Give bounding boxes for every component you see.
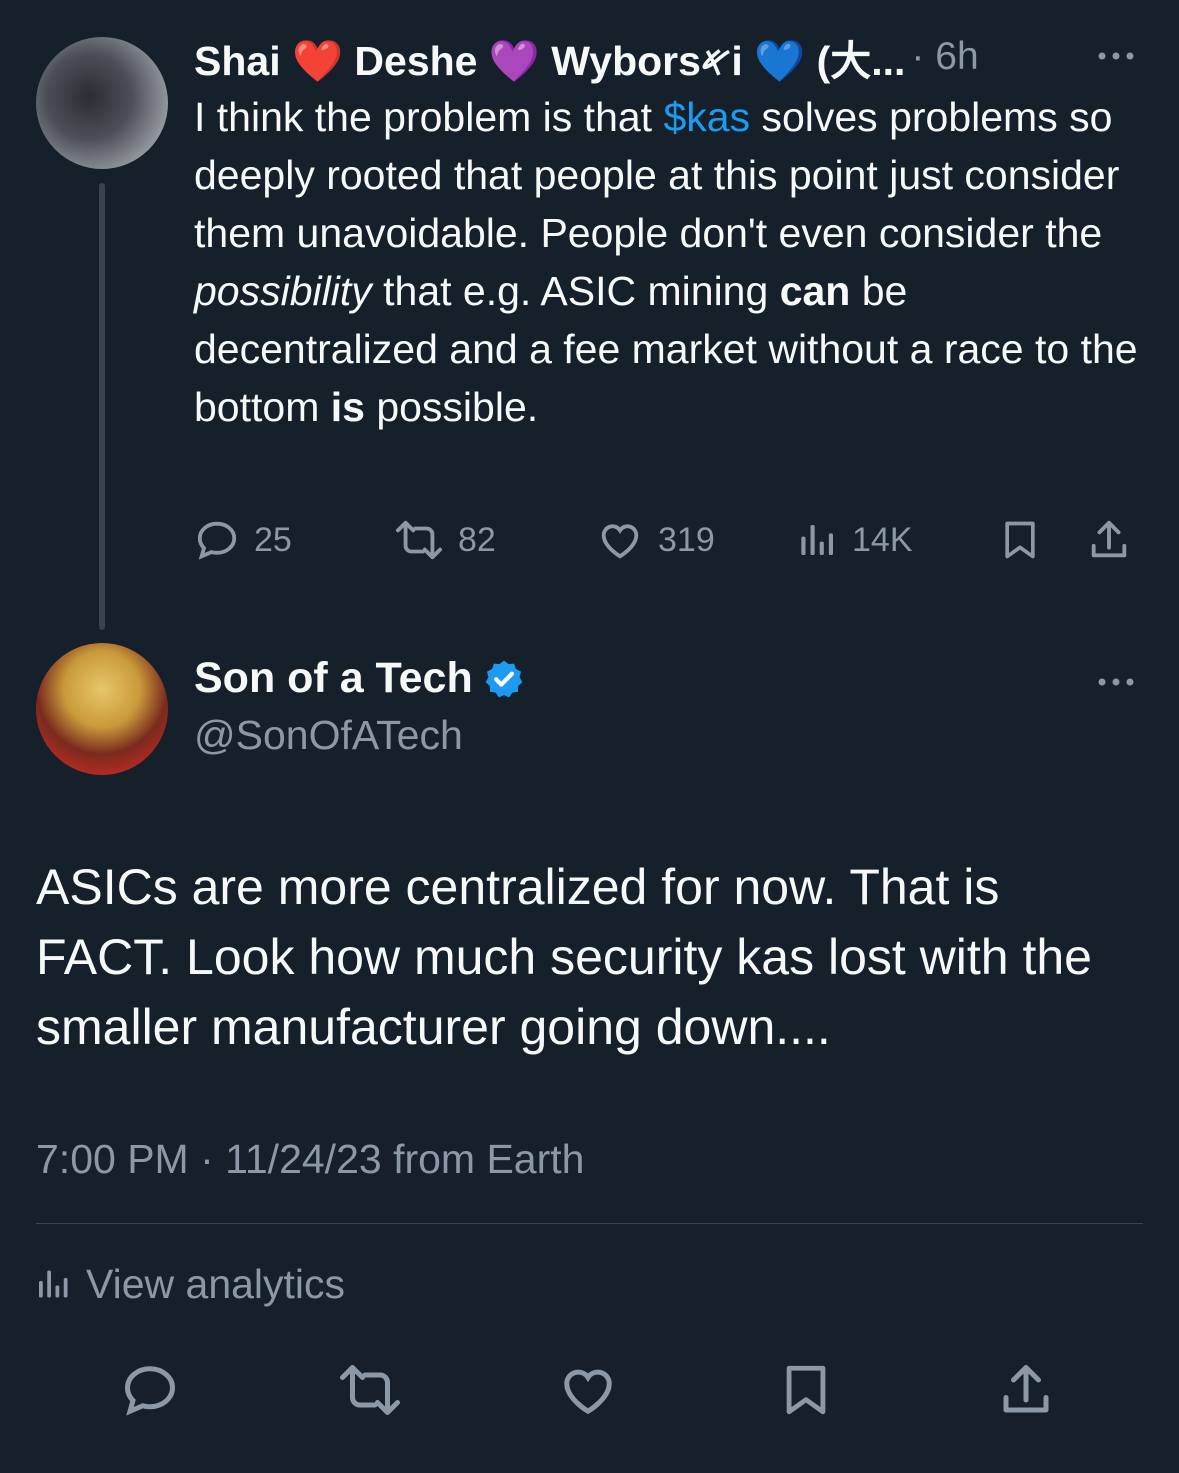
bold-text: can bbox=[779, 268, 851, 314]
heart-icon bbox=[564, 1369, 612, 1415]
repost-count: 82 bbox=[458, 520, 496, 559]
like-count: 319 bbox=[658, 520, 715, 559]
reply-button[interactable]: 25 bbox=[194, 510, 292, 570]
text-segment: that e.g. ASIC mining bbox=[371, 268, 780, 314]
divider bbox=[36, 1223, 1143, 1224]
text-segment: possible. bbox=[364, 384, 539, 430]
italic-text: possibility bbox=[194, 268, 372, 314]
heart-icon bbox=[601, 524, 639, 559]
view-analytics-link[interactable]: View analytics bbox=[36, 1256, 345, 1312]
main-repost-button[interactable] bbox=[330, 1350, 410, 1430]
reply-more-icon[interactable] bbox=[1094, 34, 1138, 78]
reply-tweet-header: Shai ❤️ Deshe 💜 Wybors𐤀i 💙 (大... · 6h bbox=[194, 30, 979, 84]
reply-icon bbox=[124, 1366, 176, 1416]
views-count: 14K bbox=[852, 520, 913, 559]
share-button[interactable] bbox=[1086, 510, 1132, 570]
main-share-button[interactable] bbox=[986, 1350, 1066, 1430]
bold-text: is bbox=[330, 384, 365, 430]
share-icon bbox=[1091, 520, 1127, 558]
reply-icon bbox=[197, 521, 237, 560]
main-tweet-timestamp[interactable]: 7:00 PM · 11/24/23 from Earth bbox=[36, 1136, 584, 1183]
reply-time-ago[interactable]: · 6h bbox=[911, 35, 978, 79]
reply-tweet-text: I think the problem is that $kas solves … bbox=[194, 88, 1144, 436]
bookmark-button[interactable] bbox=[998, 510, 1042, 570]
reply-time-ago-value: 6h bbox=[935, 35, 979, 78]
bookmark-icon bbox=[1005, 521, 1035, 559]
bookmark-icon bbox=[786, 1365, 826, 1415]
repost-icon bbox=[340, 1365, 400, 1415]
main-bookmark-button[interactable] bbox=[766, 1350, 846, 1430]
main-like-button[interactable] bbox=[548, 1350, 628, 1430]
main-author-handle[interactable]: @SonOfATech bbox=[194, 712, 463, 759]
main-reply-button[interactable] bbox=[110, 1350, 190, 1430]
views-button[interactable]: 14K bbox=[798, 510, 913, 570]
avatar-sonofatech[interactable] bbox=[36, 643, 168, 775]
avatar-shai[interactable] bbox=[36, 37, 168, 169]
like-button[interactable]: 319 bbox=[596, 510, 715, 570]
views-icon bbox=[801, 525, 833, 555]
main-action-bar bbox=[0, 1350, 1179, 1430]
main-tweet-text: ASICs are more centralized for now. That… bbox=[36, 859, 1092, 1055]
main-author-name[interactable]: Son of a Tech bbox=[194, 654, 473, 703]
views-icon bbox=[39, 1270, 68, 1298]
reply-author-name[interactable]: Shai ❤️ Deshe 💜 Wybors𐤀i 💙 (大... bbox=[194, 27, 905, 87]
main-author-name-row: Son of a Tech bbox=[194, 654, 525, 703]
view-analytics-label: View analytics bbox=[86, 1260, 346, 1307]
main-more-icon[interactable] bbox=[1094, 660, 1138, 704]
reply-action-bar: 25 82 319 14K bbox=[194, 510, 1140, 570]
cashtag-link[interactable]: $kas bbox=[663, 94, 750, 140]
thread-connector-line bbox=[99, 183, 105, 630]
repost-icon bbox=[395, 520, 442, 560]
share-icon bbox=[1003, 1365, 1049, 1413]
verified-badge-icon bbox=[485, 660, 523, 697]
text-segment: I think the problem is that bbox=[194, 94, 664, 140]
repost-button[interactable]: 82 bbox=[394, 510, 496, 570]
reply-count: 25 bbox=[254, 520, 292, 559]
